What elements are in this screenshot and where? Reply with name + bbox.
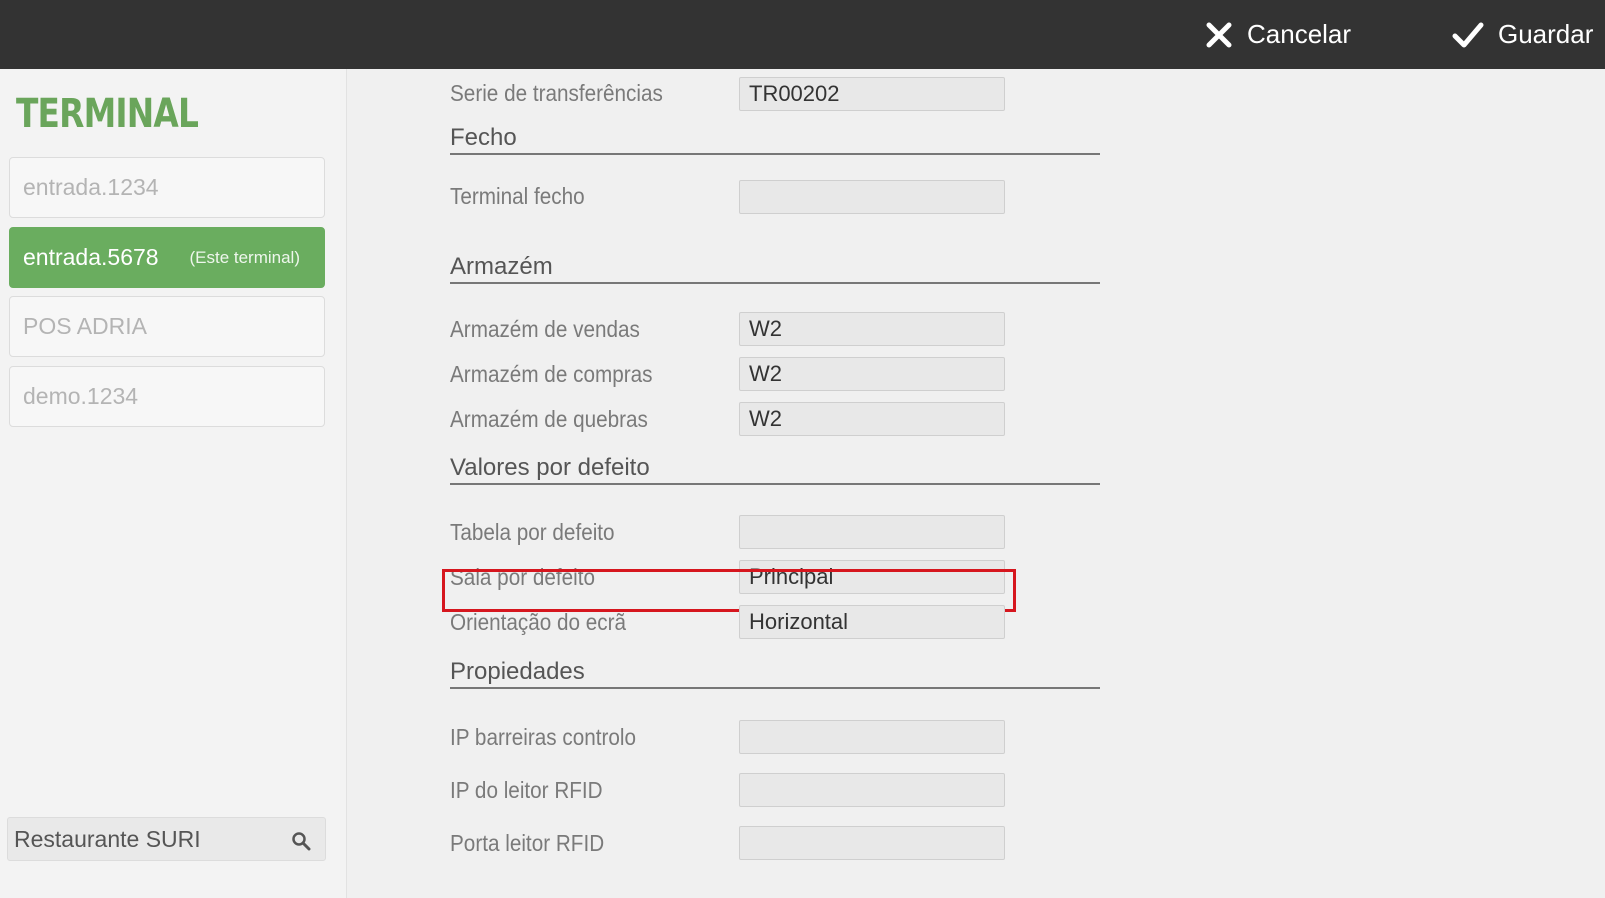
purchase-warehouse-field[interactable]: W2: [739, 357, 1005, 391]
terminal-item-label: entrada.1234: [23, 174, 159, 200]
breakage-warehouse-label: Armazém de quebras: [450, 406, 648, 432]
restaurant-search-value: Restaurante SURI: [14, 825, 201, 852]
cancel-button[interactable]: Cancelar: [1205, 0, 1351, 69]
terminal-item[interactable]: POS ADRIA: [9, 296, 325, 357]
section-warehouse: Armazém: [450, 253, 1100, 284]
rfid-port-label: Porta leitor RFID: [450, 830, 605, 856]
terminal-item-active[interactable]: entrada.5678 (Este terminal): [9, 227, 325, 288]
terminal-item-label: entrada.5678: [23, 244, 159, 270]
sales-warehouse-field[interactable]: W2: [739, 312, 1005, 346]
terminal-item[interactable]: demo.1234: [9, 366, 325, 427]
sidebar-title: TERMINAL: [16, 91, 199, 137]
screen-orientation-label: Orientação do ecrã: [450, 609, 627, 635]
rfid-ip-label: IP do leitor RFID: [450, 777, 603, 803]
terminal-item[interactable]: entrada.1234: [9, 157, 325, 218]
search-icon[interactable]: [291, 830, 311, 857]
section-properties: Propiedades: [450, 658, 1100, 689]
rfid-ip-field[interactable]: [739, 773, 1005, 807]
closing-terminal-label: Terminal fecho: [450, 183, 585, 209]
save-button[interactable]: Guardar: [1452, 0, 1593, 69]
default-table-label: Tabela por defeito: [450, 519, 615, 545]
checkmark-icon: [1452, 21, 1484, 49]
purchase-warehouse-label: Armazém de compras: [450, 361, 653, 387]
terminal-item-label: demo.1234: [23, 383, 139, 409]
cancel-button-label: Cancelar: [1247, 19, 1352, 49]
section-defaults: Valores por defeito: [450, 454, 1100, 485]
close-icon: [1205, 21, 1233, 49]
top-toolbar: Cancelar Guardar: [0, 0, 1605, 69]
default-table-field[interactable]: [739, 515, 1005, 549]
screen-orientation-field[interactable]: Horizontal: [739, 605, 1005, 639]
breakage-warehouse-field[interactable]: W2: [739, 402, 1005, 436]
sales-warehouse-label: Armazém de vendas: [450, 316, 640, 342]
terminal-sidebar: TERMINAL entrada.1234 entrada.5678 (Este…: [0, 69, 347, 898]
section-closing: Fecho: [450, 124, 1100, 155]
terminal-settings-form: Serie de transferências TR00202 Fecho Te…: [347, 69, 1605, 898]
transfer-series-label: Serie de transferências: [450, 80, 663, 106]
closing-terminal-field[interactable]: [739, 180, 1005, 214]
rfid-port-field[interactable]: [739, 826, 1005, 860]
transfer-series-field[interactable]: TR00202: [739, 77, 1005, 111]
terminal-item-label: POS ADRIA: [23, 313, 147, 339]
current-terminal-note: (Este terminal): [189, 247, 300, 267]
barrier-ip-label: IP barreiras controlo: [450, 724, 637, 750]
save-button-label: Guardar: [1498, 19, 1594, 49]
restaurant-search-field[interactable]: Restaurante SURI: [7, 817, 326, 861]
barrier-ip-field[interactable]: [739, 720, 1005, 754]
